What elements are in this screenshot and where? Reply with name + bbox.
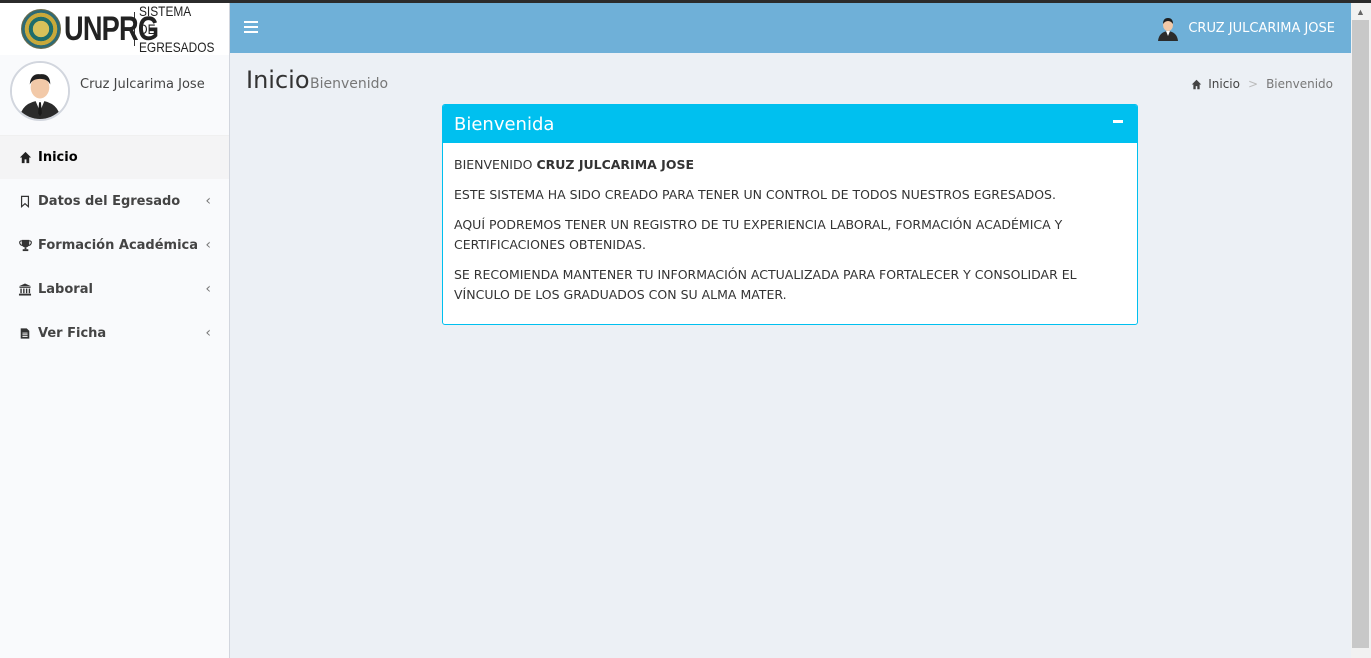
page-subtitle: Bienvenido — [310, 76, 389, 92]
logo-subtitle-line1: SISTEMA DE — [138, 3, 191, 37]
chevron-left-icon: ‹ — [205, 325, 211, 341]
sidebar-item-label: Formación Académica — [38, 237, 199, 253]
hamburger-icon — [244, 21, 258, 23]
user-menu[interactable]: CRUZ JULCARIMA JOSE — [1156, 15, 1335, 41]
welcome-paragraph-3: SE RECOMIENDA MANTENER TU INFORMACIÓN AC… — [454, 267, 1077, 302]
top-navbar: CRUZ JULCARIMA JOSE — [230, 3, 1351, 53]
sidebar-item-datos-del-egresado[interactable]: Datos del Egresado ‹ — [0, 179, 229, 223]
hamburger-icon-bar — [244, 31, 258, 33]
breadcrumb-separator: > — [1248, 77, 1259, 91]
document-icon — [18, 326, 32, 340]
greeting-prefix: BIENVENIDO — [454, 157, 533, 172]
box-body: BIENVENIDO CRUZ JULCARIMA JOSE ESTE SIST… — [443, 143, 1137, 327]
sidebar: UNPRG SISTEMA DE EGRESADOS Cruz Julcarim… — [0, 3, 230, 658]
sidebar-toggle-button[interactable] — [244, 21, 258, 33]
greeting-name: CRUZ JULCARIMA JOSE — [536, 157, 694, 172]
breadcrumb-current: Bienvenido — [1266, 77, 1333, 91]
box-header: Bienvenida — [443, 105, 1137, 143]
bookmark-icon — [18, 194, 32, 208]
sidebar-item-label: Ver Ficha — [38, 325, 107, 341]
hamburger-icon-bar — [244, 26, 258, 28]
sidebar-item-label: Laboral — [38, 281, 93, 297]
sidebar-item-label: Inicio — [38, 150, 78, 165]
welcome-paragraph-1: ESTE SISTEMA HA SIDO CREADO PARA TENER U… — [454, 187, 1056, 202]
sidebar-user-name: Cruz Julcarima Jose — [80, 77, 205, 92]
logo-subtitle-line2: EGRESADOS — [138, 39, 214, 55]
sidebar-menu: Inicio Datos del Egresado ‹ Formación Ac… — [0, 135, 229, 355]
greeting-line: BIENVENIDO CRUZ JULCARIMA JOSE — [454, 155, 1126, 175]
page-title: Inicio — [246, 66, 310, 94]
avatar — [10, 61, 70, 121]
user-avatar-icon — [12, 63, 68, 119]
welcome-box: Bienvenida BIENVENIDO CRUZ JULCARIMA JOS… — [442, 104, 1138, 325]
header-user-name: CRUZ JULCARIMA JOSE — [1188, 20, 1335, 36]
logo[interactable]: UNPRG SISTEMA DE EGRESADOS — [0, 3, 229, 55]
breadcrumb-home-link[interactable]: Inicio — [1208, 77, 1240, 91]
sidebar-item-label: Datos del Egresado — [38, 193, 181, 209]
collapse-minus-icon[interactable] — [1113, 120, 1123, 123]
bank-icon — [18, 282, 32, 296]
scroll-up-arrow-icon[interactable]: ▲ — [1356, 7, 1365, 17]
welcome-paragraph-2: AQUÍ PODREMOS TENER UN REGISTRO DE TU EX… — [454, 217, 1063, 252]
sidebar-item-inicio[interactable]: Inicio — [0, 135, 229, 179]
sidebar-item-formacion-academica[interactable]: Formación Académica ‹ — [0, 223, 229, 267]
home-icon — [18, 151, 32, 165]
user-avatar-icon — [1158, 18, 1179, 41]
trophy-icon — [18, 238, 32, 252]
chevron-left-icon: ‹ — [205, 193, 211, 209]
home-icon — [1192, 79, 1202, 89]
user-panel: Cruz Julcarima Jose — [0, 55, 229, 135]
sidebar-item-laboral[interactable]: Laboral ‹ — [0, 267, 229, 311]
university-seal-icon — [20, 9, 61, 49]
box-title: Bienvenida — [454, 113, 555, 135]
page-scrollbar[interactable]: ▲ — [1351, 3, 1371, 658]
chevron-left-icon: ‹ — [205, 281, 211, 297]
scrollbar-thumb[interactable] — [1352, 20, 1369, 648]
logo-text: UNPRG — [63, 10, 159, 48]
breadcrumb: Inicio > Bienvenido — [1191, 77, 1333, 91]
chevron-left-icon: ‹ — [205, 237, 211, 253]
logo-subtitle: SISTEMA DE EGRESADOS — [138, 2, 214, 56]
sidebar-item-ver-ficha[interactable]: Ver Ficha ‹ — [0, 311, 229, 355]
